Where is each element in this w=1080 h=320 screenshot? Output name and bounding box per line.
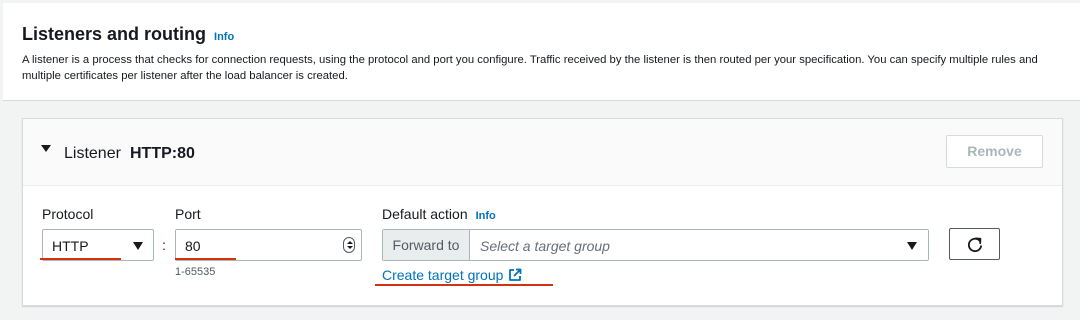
number-spinner-icon[interactable] (343, 237, 355, 253)
protocol-select-value: HTTP (52, 238, 89, 254)
target-group-select[interactable]: Forward to Select a target group (382, 229, 929, 261)
remove-button[interactable]: Remove (946, 135, 1043, 168)
section-title-text: Listeners and routing (22, 24, 207, 44)
external-link-icon (509, 268, 522, 281)
forward-to-addon: Forward to (383, 230, 470, 260)
create-target-group-text: Create target group (382, 267, 504, 283)
annotation-underline-protocol (40, 258, 121, 260)
port-range-hint: 1-65535 (175, 266, 216, 278)
listener-panel-header[interactable]: Listener HTTP:80 Remove (23, 119, 1062, 186)
triangle-down-icon (133, 242, 143, 250)
port-input[interactable]: 80 (175, 229, 362, 261)
info-link[interactable]: Info (214, 31, 234, 43)
refresh-icon (967, 237, 982, 253)
triangle-down-icon (907, 242, 917, 250)
default-action-label: Default action Info (382, 206, 496, 222)
caret-down-icon[interactable] (41, 145, 51, 152)
section-description: A listener is a process that checks for … (22, 54, 1038, 82)
spinner-up-icon (346, 241, 353, 244)
port-input-value: 80 (185, 238, 201, 254)
default-action-label-text: Default action (382, 206, 468, 222)
protocol-port-separator: : (162, 237, 166, 253)
spinner-down-icon (346, 246, 353, 249)
page-background: Listeners and routing Info A listener is … (0, 0, 1080, 320)
annotation-underline-create-link (375, 284, 553, 286)
section-header: Listeners and routing Info A listener is … (3, 3, 1080, 101)
listener-value: HTTP:80 (130, 145, 195, 162)
create-target-group-link[interactable]: Create target group (382, 267, 522, 283)
annotation-underline-port (175, 258, 236, 260)
listener-label: Listener (64, 145, 121, 162)
default-action-info-link[interactable]: Info (476, 210, 496, 222)
refresh-button[interactable] (949, 228, 1000, 260)
target-group-placeholder: Select a target group (480, 238, 610, 254)
protocol-label: Protocol (42, 206, 94, 222)
port-label: Port (175, 206, 201, 222)
section-title: Listeners and routing Info (22, 24, 234, 45)
listener-panel: Listener HTTP:80 Remove Protocol HTTP : … (22, 118, 1063, 306)
protocol-select[interactable]: HTTP (42, 229, 154, 261)
